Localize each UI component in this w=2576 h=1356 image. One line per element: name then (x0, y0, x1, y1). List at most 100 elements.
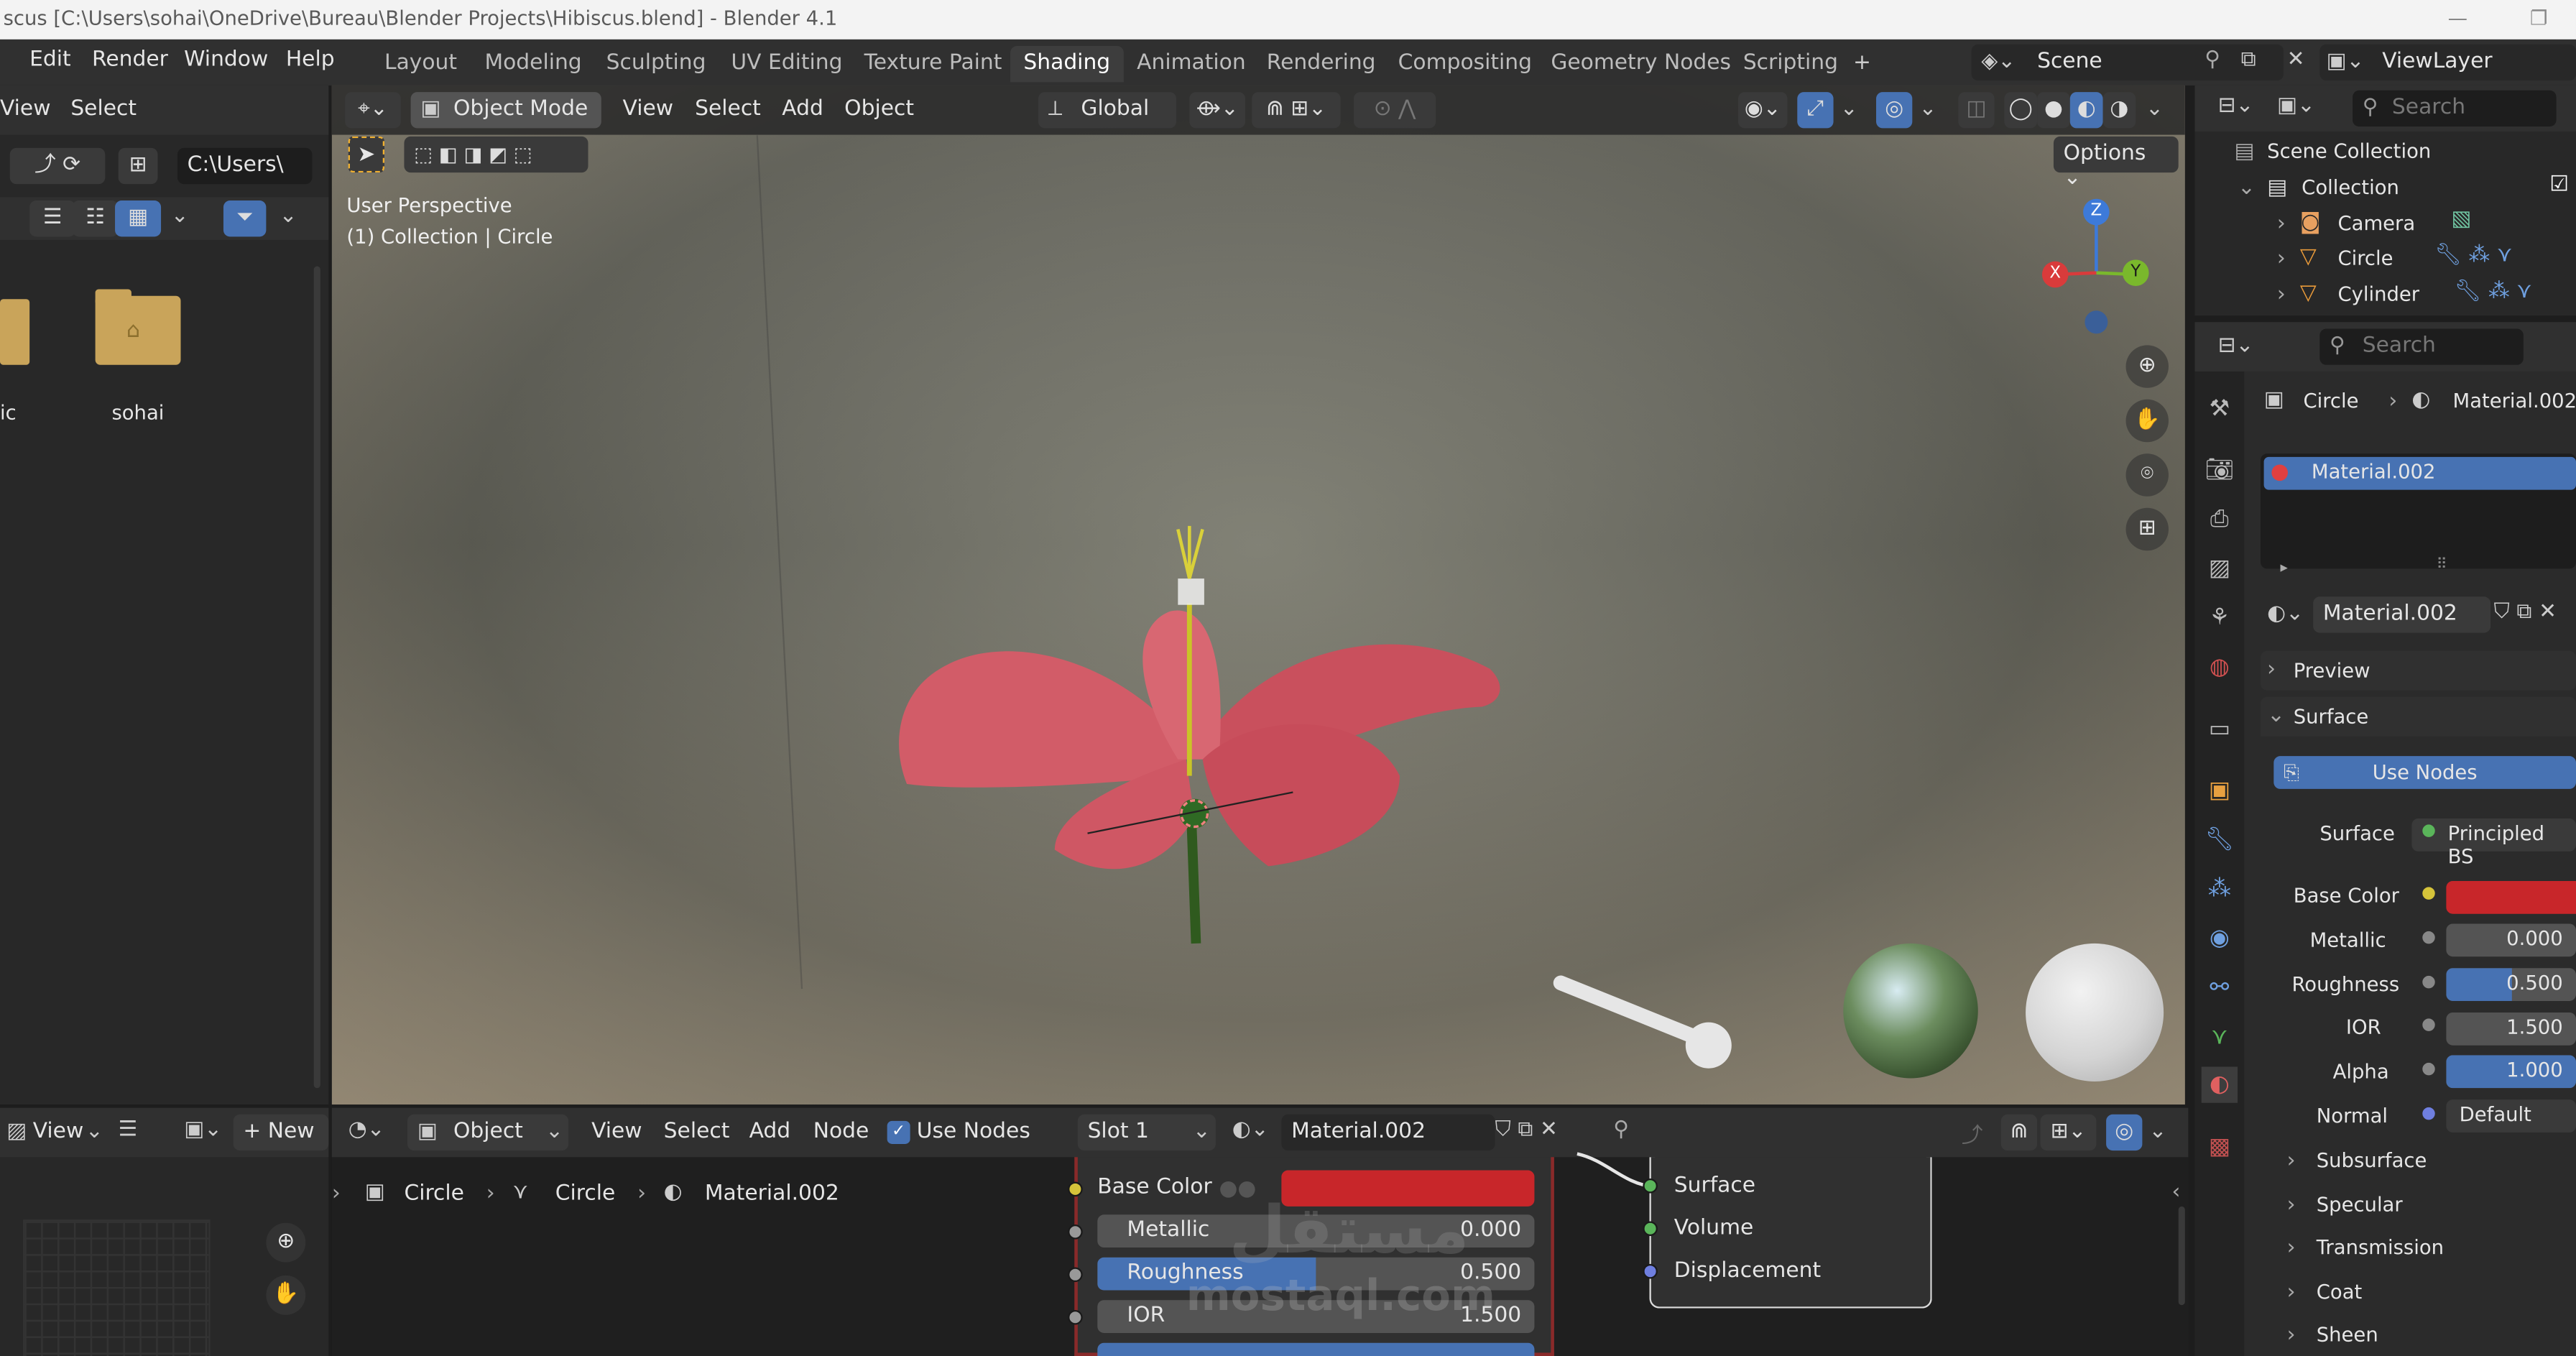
material-output-node[interactable]: Surface Volume Displacement (1643, 1157, 1932, 1309)
scene-selector[interactable]: Scene (1971, 44, 2284, 81)
fb-menu-select[interactable]: Select (70, 97, 137, 121)
tab-sculpting[interactable]: Sculpting (593, 46, 719, 82)
filter-icon[interactable]: ⏷ (223, 200, 267, 237)
shading-chevron-icon[interactable]: ⌄ (2146, 97, 2164, 121)
zoom-icon[interactable]: ⊕ (2125, 345, 2169, 388)
ie-menu-view[interactable]: View (33, 1120, 84, 1144)
world-tab-icon[interactable]: ◍ (2202, 649, 2238, 685)
sidebar-toggle-icon[interactable]: ‹ (2172, 1180, 2181, 1204)
modifier-wrench-icon[interactable]: 🔧︎ ⁂ ⋎ (2455, 280, 2532, 304)
chevron-right-icon[interactable]: › (2287, 1236, 2296, 1260)
xray-icon[interactable]: ◫ (1958, 92, 1995, 129)
image-browse-icon[interactable]: ▣⌄ (184, 1117, 222, 1142)
ne-menu-node[interactable]: Node (813, 1120, 869, 1144)
scene-tab-icon[interactable]: ⚘ (2202, 600, 2238, 636)
material-browse-icon[interactable]: ◐⌄ (1232, 1117, 1269, 1142)
camera-data-icon[interactable]: ▧ (2451, 207, 2471, 231)
perspective-toggle-icon[interactable]: ⊞ (2125, 507, 2169, 551)
gizmo-y-icon[interactable]: Y (2122, 259, 2149, 286)
shader-node-editor[interactable]: ◔⌄ Object ▣ ⌄ View Select Add Node ✓ Use… (331, 1107, 2189, 1356)
roughness-socket[interactable] (1068, 1267, 1083, 1283)
outliner-item-cylinder[interactable]: Cylinder (2337, 282, 2419, 305)
ne-menu-view[interactable]: View (591, 1120, 642, 1144)
delete-scene-icon[interactable]: ✕ (2287, 47, 2305, 72)
path-field[interactable]: C:\Users\ (177, 147, 313, 185)
tab-geometry-nodes[interactable]: Geometry Nodes (1538, 46, 1744, 82)
thumbnail-view-icon[interactable]: ▦ (115, 200, 162, 237)
expand-circle-icon[interactable]: › (2277, 246, 2286, 271)
display-mode-icon[interactable]: ▣⌄ (2277, 93, 2315, 118)
tab-compositing[interactable]: Compositing (1385, 46, 1545, 82)
fake-user-icon[interactable]: ⛉ ⧉ ✕ (1495, 1117, 1558, 1142)
constraints-tab-icon[interactable]: ⚯ (2202, 969, 2238, 1005)
tab-modeling[interactable]: Modeling (471, 46, 595, 82)
solid-shading-icon[interactable]: ● (2037, 92, 2070, 129)
new-scene-icon[interactable]: ⧉ (2241, 47, 2256, 72)
folder-icon[interactable] (0, 299, 30, 365)
vp-menu-select[interactable]: Select (695, 97, 761, 121)
editor-type-icon[interactable]: ▨ (6, 1120, 27, 1144)
chevron-right-icon[interactable]: › (2287, 1281, 2296, 1305)
overlay-toggle-icon[interactable]: ◎ (1876, 92, 1913, 129)
hamburger-icon[interactable]: ☰ (119, 1117, 138, 1142)
list-horizontal-icon[interactable]: ☷ (72, 200, 119, 237)
collection-expand-icon[interactable]: ⌄ (2238, 176, 2256, 200)
ne-menu-select[interactable]: Select (664, 1120, 730, 1144)
new-image-button[interactable]: + New (233, 1114, 329, 1151)
modifier-wrench-icon[interactable]: 🔧︎ ⁂ ⋎ (2434, 244, 2512, 268)
subpanel-subsurface[interactable]: Subsurface (2317, 1149, 2427, 1172)
chevron-down-icon[interactable]: ⌄ (171, 204, 189, 229)
subpanel-transmission[interactable]: Transmission (2317, 1236, 2444, 1259)
hand-icon[interactable]: ✋ (2125, 399, 2169, 443)
properties-search-input[interactable]: Search (2319, 328, 2524, 365)
pin-icon[interactable]: ⚲ (1613, 1117, 1629, 1142)
subpanel-specular[interactable]: Specular (2317, 1194, 2403, 1217)
snap-icon[interactable]: ⋒ (2000, 1114, 2038, 1151)
base-color-socket[interactable] (1068, 1181, 1083, 1197)
node-material-field[interactable]: Material.002 (1281, 1114, 1495, 1151)
gizmo-chevron-icon[interactable]: ⌄ (1840, 97, 1858, 121)
fb-menu-view[interactable]: View (0, 97, 51, 121)
use-nodes-button[interactable]: ⎘ Use Nodes (2273, 756, 2576, 789)
list-vertical-icon[interactable]: ☰ (29, 200, 76, 237)
collection-checkbox[interactable]: ☑ (2549, 172, 2569, 197)
chevron-right-icon[interactable]: › (2287, 1149, 2296, 1173)
node-alpha-field[interactable] (1097, 1342, 1535, 1356)
overlay-toggle-icon[interactable]: ◎ (2106, 1114, 2143, 1151)
menu-window[interactable]: Window (184, 47, 268, 72)
collection-label[interactable]: Collection (2302, 176, 2399, 199)
tab-uv-editing[interactable]: UV Editing (718, 46, 856, 82)
subpanel-coat[interactable]: Coat (2317, 1281, 2363, 1304)
chevron-right-icon[interactable]: › (2287, 1194, 2296, 1218)
fake-user-icon[interactable]: ⛉ ⧉ ✕ (2494, 600, 2557, 624)
physics-tab-icon[interactable]: ◉ (2202, 921, 2238, 956)
overlay-chevron-icon[interactable]: ⌄ (1919, 97, 1936, 121)
new-folder-button[interactable]: ⊞ (118, 147, 158, 185)
surface-socket[interactable] (1643, 1178, 1658, 1194)
fb-scrollbar[interactable] (313, 266, 320, 1089)
volume-socket[interactable] (1643, 1221, 1658, 1237)
parent-node-icon[interactable]: ⤴ (1962, 1117, 1983, 1148)
menu-render[interactable]: Render (92, 47, 168, 72)
expand-camera-icon[interactable]: › (2277, 212, 2286, 236)
node-scrollbar[interactable] (2178, 1206, 2185, 1306)
material-browse-icon[interactable]: ◐⌄ (2267, 601, 2304, 626)
home-folder-icon[interactable]: ⌂ (95, 289, 181, 365)
editor-type-icon[interactable]: ⌖⌄ (345, 92, 401, 129)
ne-menu-add[interactable]: Add (749, 1120, 791, 1144)
prop-ior-field[interactable]: 1.500 (2446, 1012, 2576, 1046)
prop-roughness-field[interactable]: 0.500 (2446, 968, 2576, 1001)
tab-shading[interactable]: Shading (1010, 46, 1124, 83)
overlay-chevron-icon[interactable]: ⌄ (2149, 1120, 2167, 1144)
tab-texture-paint[interactable]: Texture Paint (851, 46, 1015, 82)
chevron-right-icon[interactable]: › (2287, 1323, 2296, 1347)
camera-view-icon[interactable]: ⌾ (2125, 453, 2169, 497)
ior-socket[interactable] (1068, 1309, 1083, 1325)
output-tab-icon[interactable]: ⎙ (2202, 502, 2238, 538)
parent-dir-button[interactable]: ⤴ ⟳ (9, 147, 106, 185)
pivot-icon[interactable]: ⟴⌄ (1189, 92, 1246, 129)
render-tab-icon[interactable]: 📷︎ (2202, 452, 2238, 488)
vp-menu-add[interactable]: Add (782, 97, 823, 121)
material-name-field[interactable]: Material.002 (2313, 596, 2491, 633)
hand-icon[interactable]: ✋ (266, 1275, 306, 1315)
